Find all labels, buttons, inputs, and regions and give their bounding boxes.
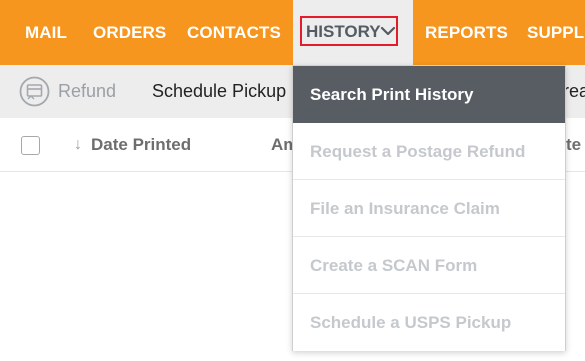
refund-button[interactable]: Refund [58,65,116,118]
top-nav-bar: MAIL ORDERS CONTACTS HISTORY REPORTS SUP… [0,0,585,65]
chevron-down-icon [380,26,396,36]
nav-item-history[interactable]: HISTORY [293,0,413,65]
history-highlight-box: HISTORY [300,16,398,46]
schedule-pickup-button[interactable]: Schedule Pickup [152,65,286,118]
history-dropdown-menu: Search Print History Request a Postage R… [292,65,566,351]
nav-item-history-label: HISTORY [306,22,381,41]
column-header-date-printed[interactable]: Date Printed [91,118,191,172]
menu-item-request-postage-refund[interactable]: Request a Postage Refund [293,123,565,180]
nav-item-mail[interactable]: MAIL [25,0,67,65]
app-window: MAIL ORDERS CONTACTS HISTORY REPORTS SUP… [0,0,585,361]
toolbar-truncated-button[interactable]: rea [563,65,585,118]
nav-item-orders[interactable]: ORDERS [93,0,166,65]
column-header-truncated[interactable]: te [566,118,581,172]
sort-descending-icon: ↓ [74,136,82,153]
menu-item-file-insurance-claim[interactable]: File an Insurance Claim [293,180,565,237]
nav-item-supplies[interactable]: SUPPLI [527,0,585,65]
menu-item-search-print-history[interactable]: Search Print History [293,66,565,123]
refund-icon[interactable] [19,76,50,107]
menu-item-schedule-usps-pickup[interactable]: Schedule a USPS Pickup [293,294,565,351]
menu-item-create-scan-form[interactable]: Create a SCAN Form [293,237,565,294]
nav-item-reports[interactable]: REPORTS [425,0,508,65]
select-all-checkbox[interactable] [21,136,40,155]
nav-item-contacts[interactable]: CONTACTS [187,0,281,65]
